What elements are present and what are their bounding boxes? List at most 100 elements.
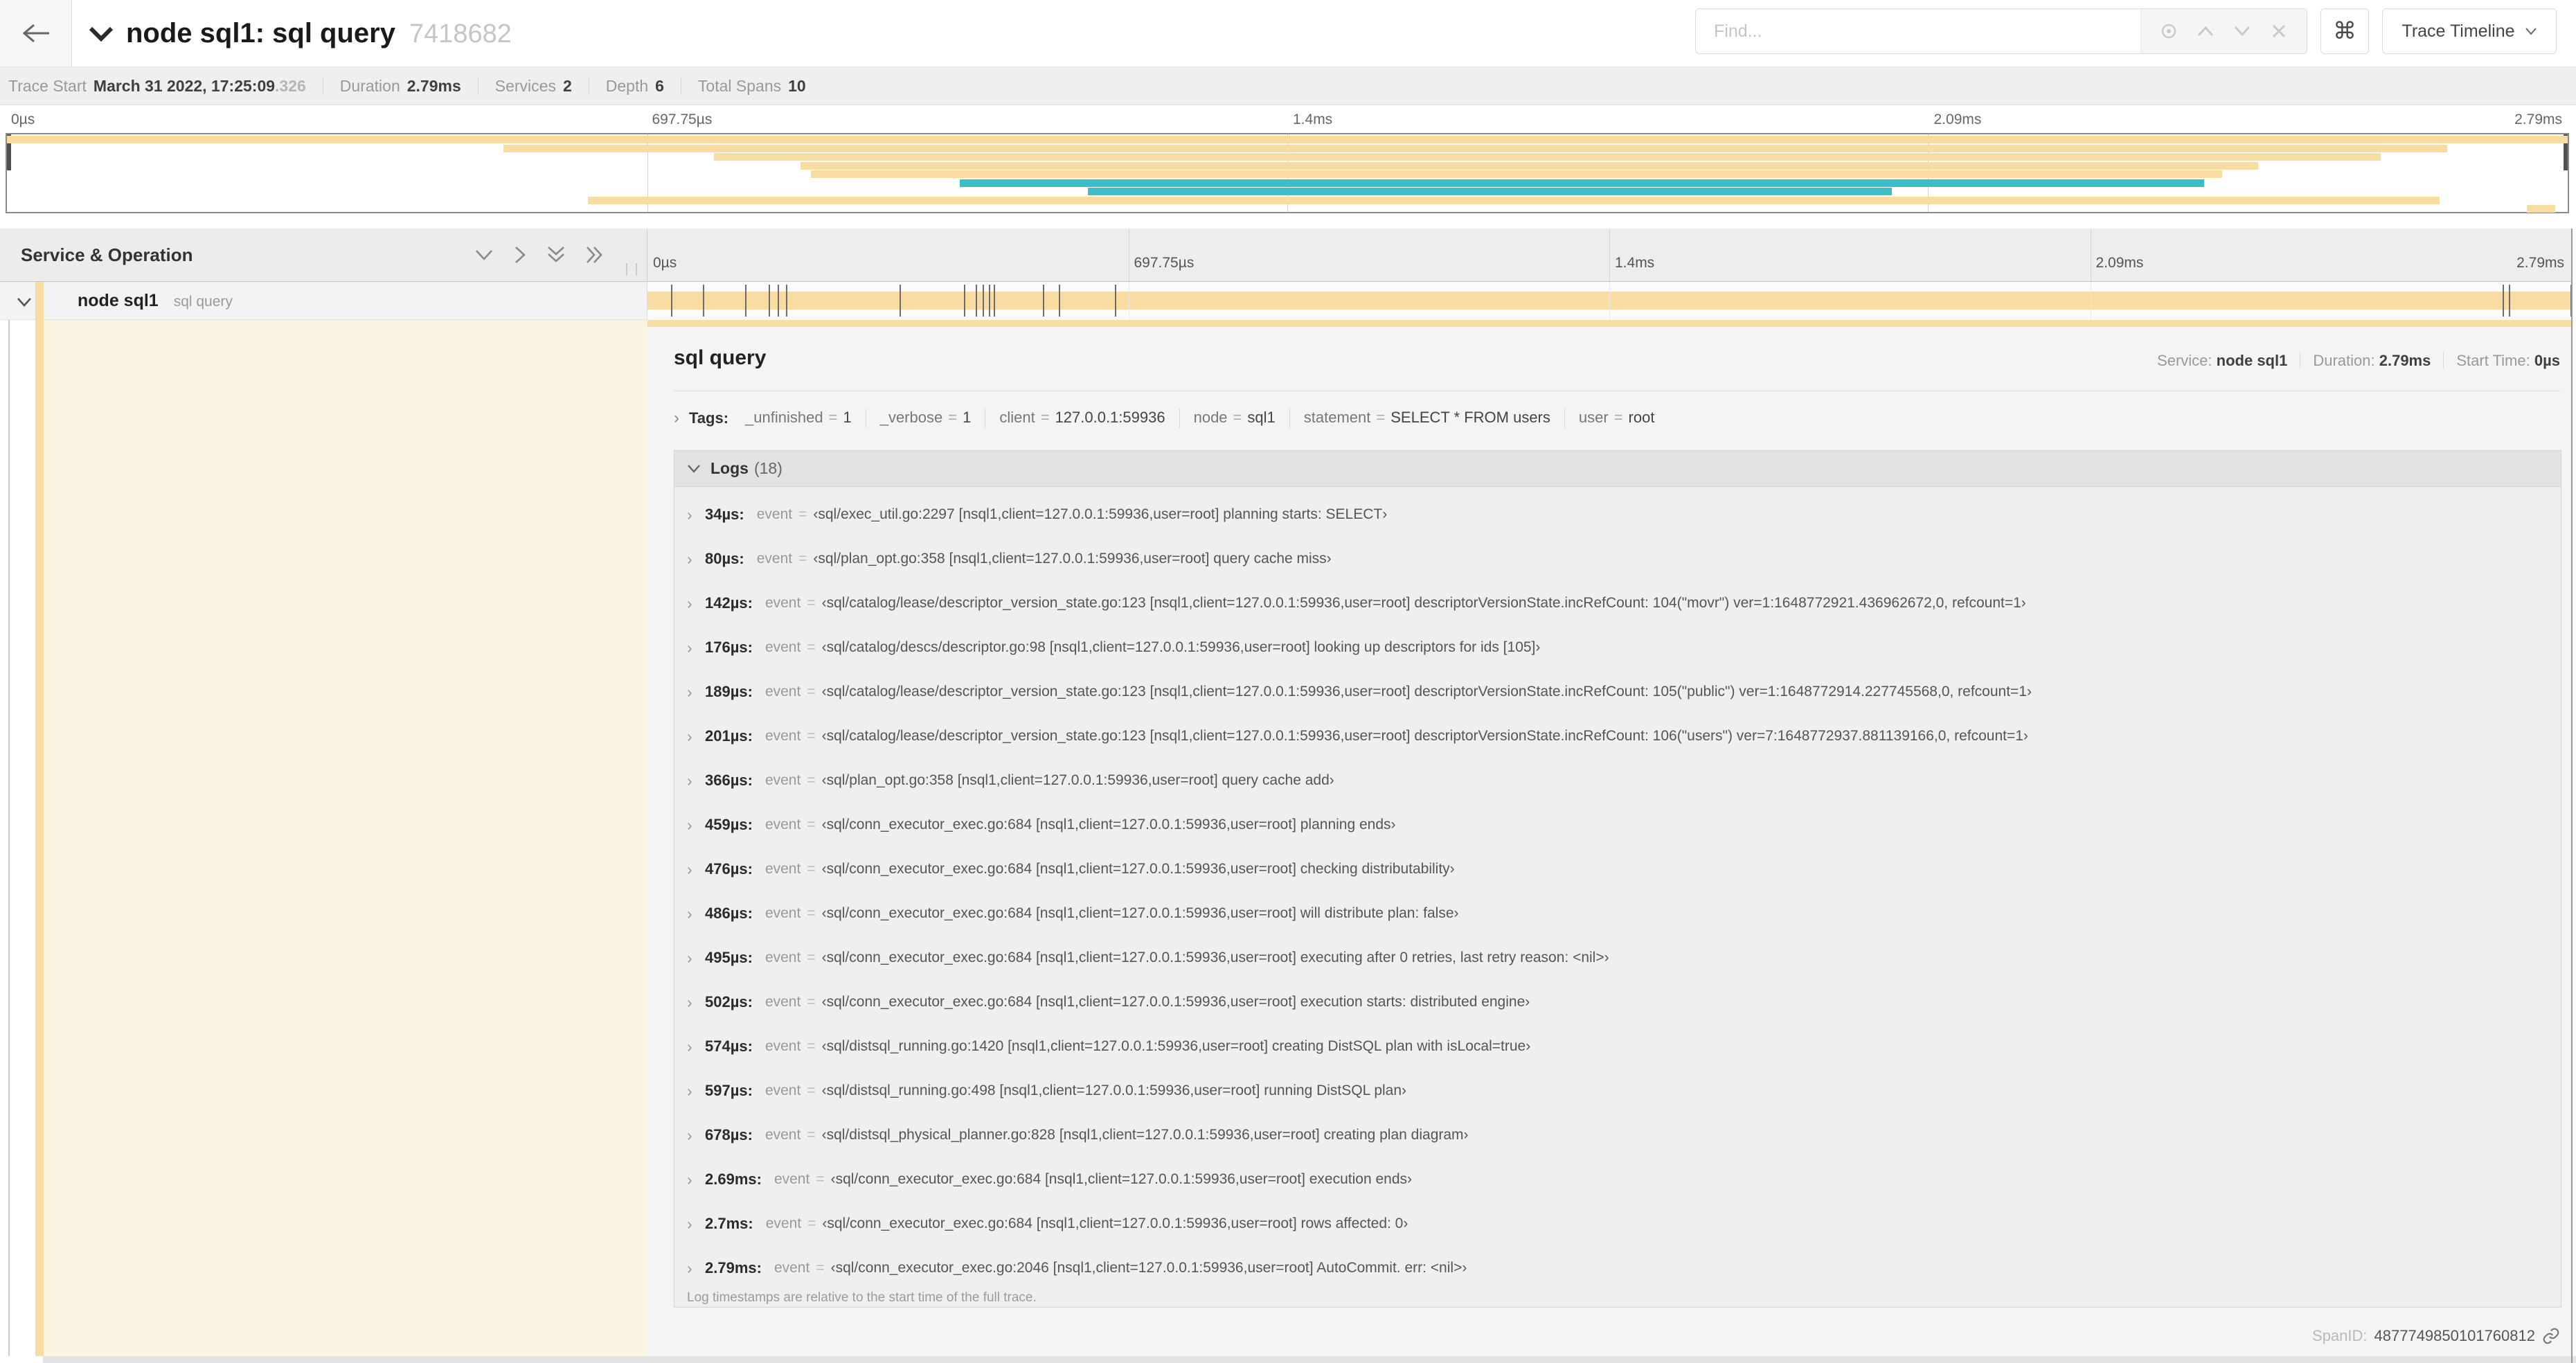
log-timestamp: 34µs: xyxy=(705,506,744,523)
logs-section: Logs (18) › 34µs: event = ‹sql/exec_util.go:… xyxy=(674,450,2561,1308)
log-chevron-right-icon: › xyxy=(687,682,692,701)
trace-id: 7418682 xyxy=(409,19,512,48)
log-entry[interactable]: › 574µs: event = ‹sql/distsql_running.go:142… xyxy=(674,1024,2561,1069)
timeline-ruler: 0µs 697.75µs 1.4ms 2.09ms 2.79ms xyxy=(647,229,2571,282)
expand-one-chevron-right-icon[interactable] xyxy=(512,244,528,265)
ruler-tick-label: 697.75µs xyxy=(1134,255,1195,271)
log-chevron-right-icon: › xyxy=(687,904,692,923)
log-field-key: event xyxy=(764,1127,801,1143)
log-entry[interactable]: › 678µs: event = ‹sql/distsql_physical_plann… xyxy=(674,1113,2561,1157)
log-marker-tick xyxy=(988,285,990,317)
collapse-all-double-chevron-down-icon[interactable] xyxy=(546,244,566,265)
span-operation-name: sql query xyxy=(173,294,233,310)
log-entry[interactable]: › 189µs: event = ‹sql/catalog/lease/descript… xyxy=(674,670,2561,714)
log-equals: = xyxy=(816,1260,825,1276)
log-entry[interactable]: › 2.79ms: event = ‹sql/conn_executor_exec.go… xyxy=(674,1246,2561,1290)
summary-value: 6 xyxy=(655,76,664,95)
log-equals: = xyxy=(807,1083,816,1098)
summary-item: Trace Start March 31 2022, 17:25:09.326 xyxy=(8,77,306,96)
detail-left-fill xyxy=(44,320,647,1356)
span-row-timeline-cell[interactable] xyxy=(647,282,2572,320)
log-entry[interactable]: › 142µs: event = ‹sql/catalog/lease/descript… xyxy=(674,581,2561,625)
log-entry[interactable]: › 459µs: event = ‹sql/conn_executor_exec.go:… xyxy=(674,803,2561,847)
logs-chevron-down-icon xyxy=(687,464,701,473)
tag-equals: = xyxy=(1040,408,1050,426)
log-field-value: ‹sql/distsql_physical_planner.go:828 [ns… xyxy=(821,1127,1469,1143)
log-timestamp: 495µs: xyxy=(705,949,753,966)
tree-guide-line xyxy=(8,320,10,1356)
expand-collapse-controls xyxy=(474,229,605,281)
span-detail-panel: sql query Service: node sql1 Duration: 2.… xyxy=(647,327,2571,1356)
ruler-tick-label: 697.75µs xyxy=(652,112,713,127)
expand-all-double-chevron-right-icon[interactable] xyxy=(584,244,605,265)
log-equals: = xyxy=(798,551,807,567)
find-input[interactable] xyxy=(1696,9,2139,53)
detail-meta-value: 2.79ms xyxy=(2379,352,2431,369)
log-entry[interactable]: › 486µs: event = ‹sql/conn_executor_exec.go:… xyxy=(674,891,2561,936)
detail-meta-value: 0µs xyxy=(2534,352,2560,369)
collapse-trace-chevron-down-icon[interactable] xyxy=(89,26,114,42)
tag-key: client xyxy=(999,408,1035,426)
ruler-tick-label: 2.79ms xyxy=(2516,255,2564,271)
locate-crosshair-icon[interactable] xyxy=(2158,21,2179,42)
log-marker-tick xyxy=(2509,285,2511,317)
collapse-one-chevron-down-icon[interactable] xyxy=(474,247,494,262)
service-operation-label: Service & Operation xyxy=(21,244,193,265)
summary-label: Services xyxy=(494,76,556,95)
log-chevron-right-icon: › xyxy=(687,505,692,524)
log-field-value: ‹sql/plan_opt.go:358 [nsql1,client=127.0… xyxy=(821,772,1334,788)
column-resize-grip[interactable] xyxy=(626,263,637,276)
log-marker-tick xyxy=(745,285,747,317)
log-chevron-right-icon: › xyxy=(687,638,692,657)
log-marker-tick xyxy=(975,285,977,317)
log-timestamp: 574µs: xyxy=(705,1037,753,1055)
prev-result-chevron-up-icon[interactable] xyxy=(2195,21,2216,42)
deep-link-icon[interactable] xyxy=(2542,1327,2560,1345)
log-entry[interactable]: › 366µs: event = ‹sql/plan_opt.go:358 [nsql1… xyxy=(674,758,2561,803)
log-entry[interactable]: › 34µs: event = ‹sql/exec_util.go:2297 [nsql… xyxy=(674,492,2561,537)
span-id-value: 4877749850101760812 xyxy=(2374,1327,2535,1344)
log-entry[interactable]: › 495µs: event = ‹sql/conn_executor_exec.go:… xyxy=(674,936,2561,980)
log-field-value: ‹sql/catalog/lease/descriptor_version_st… xyxy=(821,595,2026,611)
detail-meta-label: Duration: xyxy=(2313,352,2379,369)
log-marker-tick xyxy=(1043,285,1045,317)
tags-row[interactable]: › Tags: _unfinished = 1 _verbose = 1 client = 12… xyxy=(674,403,1654,434)
minimap-ruler: 0µs 697.75µs 1.4ms 2.09ms 2.79ms xyxy=(6,106,2569,132)
log-entry[interactable]: › 476µs: event = ‹sql/conn_executor_exec.go:… xyxy=(674,847,2561,891)
summary-value-fraction: .326 xyxy=(275,76,306,95)
span-service-name: node sql1 sql query xyxy=(78,291,233,310)
view-selector-button[interactable]: Trace Timeline xyxy=(2382,8,2557,54)
log-entry[interactable]: › 597µs: event = ‹sql/distsql_running.go:498… xyxy=(674,1069,2561,1113)
log-entry[interactable]: › 80µs: event = ‹sql/plan_opt.go:358 [nsql1,… xyxy=(674,537,2561,581)
log-chevron-right-icon: › xyxy=(687,859,692,878)
log-field-value: ‹sql/conn_executor_exec.go:684 [nsql1,cl… xyxy=(822,1215,1408,1231)
logs-header[interactable]: Logs (18) xyxy=(674,451,2561,487)
summary-label: Duration xyxy=(339,76,400,95)
summary-label: Total Spans xyxy=(697,76,782,95)
keyboard-shortcuts-button[interactable]: ⌘ xyxy=(2320,8,2369,54)
vertical-scrollbar[interactable] xyxy=(2571,229,2573,1363)
span-id-row: SpanID: 4877749850101760812 xyxy=(2312,1327,2560,1345)
row-chevron-down-icon[interactable] xyxy=(17,297,32,307)
minimap-span-bar xyxy=(713,153,2381,161)
log-timestamp: 459µs: xyxy=(705,816,753,833)
log-chevron-right-icon: › xyxy=(687,1214,692,1233)
next-result-chevron-down-icon[interactable] xyxy=(2232,21,2253,42)
tag-value: root xyxy=(1628,408,1655,426)
log-chevron-right-icon: › xyxy=(687,1037,692,1055)
find-toolbar xyxy=(2140,9,2307,53)
meta-divider xyxy=(2443,352,2444,368)
log-entry[interactable]: › 2.7ms: event = ‹sql/conn_executor_exec.go:… xyxy=(674,1202,2561,1246)
log-field-key: event xyxy=(764,817,801,832)
span-row-name-cell[interactable]: node sql1 sql query xyxy=(0,282,647,320)
log-entry[interactable]: › 2.69ms: event = ‹sql/conn_executor_exec.go… xyxy=(674,1157,2561,1202)
detail-meta-label: Service: xyxy=(2157,352,2217,369)
log-entry[interactable]: › 201µs: event = ‹sql/catalog/lease/descript… xyxy=(674,714,2561,758)
trace-minimap[interactable] xyxy=(6,133,2569,213)
back-button[interactable] xyxy=(0,0,72,66)
log-entry[interactable]: › 176µs: event = ‹sql/catalog/descs/descript… xyxy=(674,625,2561,670)
log-chevron-right-icon: › xyxy=(687,727,692,745)
clear-find-icon[interactable] xyxy=(2269,21,2289,42)
log-entry[interactable]: › 502µs: event = ‹sql/conn_executor_exec.go:… xyxy=(674,980,2561,1024)
log-timestamp: 2.69ms: xyxy=(705,1170,762,1188)
